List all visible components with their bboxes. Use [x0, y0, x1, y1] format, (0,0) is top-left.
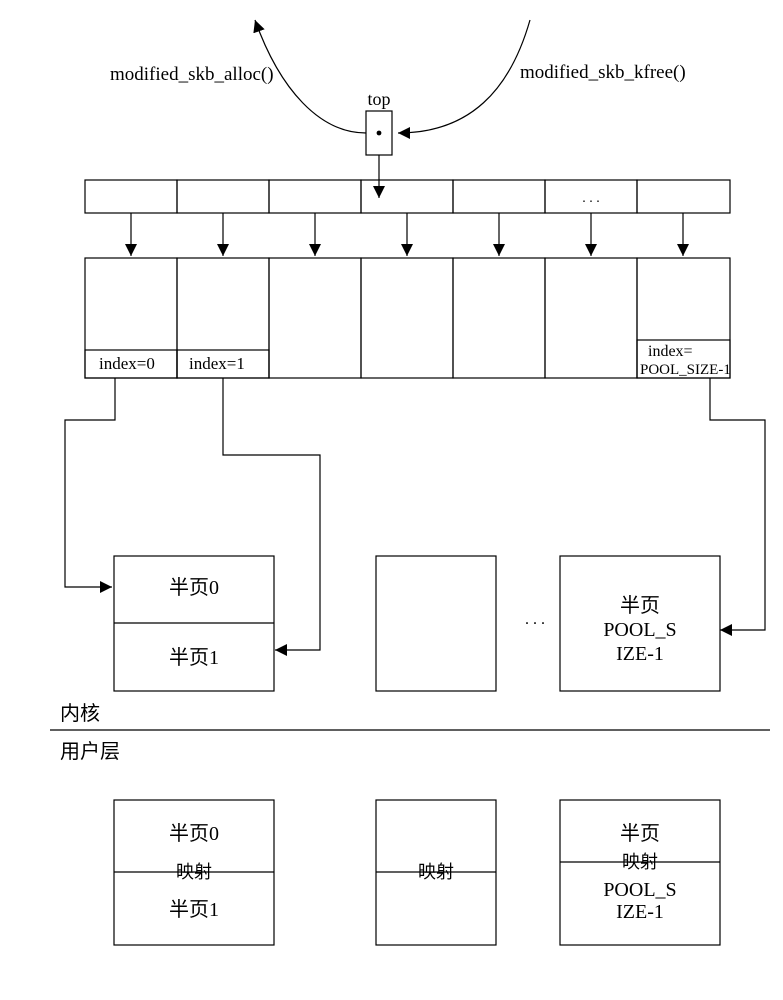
- upM-map: 映射: [418, 862, 454, 882]
- kpL-a: 半页: [620, 594, 660, 617]
- label-top: top: [367, 89, 390, 109]
- arrow-idx0-to-page0: [65, 378, 115, 587]
- up0-half0: 半页0: [169, 822, 219, 845]
- arrow-idxLast-to-pageLast: [710, 378, 765, 630]
- label-kfree: modified_skb_kfree(): [520, 62, 686, 83]
- arc-kfree: [398, 20, 530, 133]
- kernel-page-mid: [376, 556, 496, 691]
- up0-half1: 半页1: [169, 898, 219, 921]
- top-ptr-dot: [377, 131, 382, 136]
- kernel-mid-ellipsis: . . .: [525, 611, 545, 628]
- label-idx1: index=1: [189, 354, 245, 373]
- upL-b: POOL_S: [603, 879, 676, 901]
- user-page-last: [560, 800, 720, 945]
- upL-c: IZE-1: [616, 901, 664, 923]
- label-alloc: modified_skb_alloc(): [110, 64, 274, 85]
- label-user: 用户层: [60, 740, 120, 763]
- arrow-idx1-to-page1: [223, 378, 320, 650]
- kp0-half1: 半页1: [169, 646, 219, 669]
- slot-ellipsis: . . .: [582, 191, 600, 206]
- label-idx0: index=0: [99, 354, 155, 373]
- slot-to-blocks-arrows: [131, 213, 683, 256]
- kpL-c: IZE-1: [616, 643, 664, 665]
- kpL-b: POOL_S: [603, 619, 676, 641]
- up0-map: 映射: [176, 862, 212, 882]
- kp0-half0: 半页0: [169, 576, 219, 599]
- label-idxLastA: index=: [648, 343, 693, 360]
- index-blocks: [85, 258, 730, 378]
- slot-row: [85, 180, 730, 213]
- label-kernel: 内核: [60, 702, 100, 725]
- label-idxLastB: POOL_SIZE-1: [640, 362, 731, 378]
- upL-a: 半页: [620, 822, 660, 845]
- upL-map: 映射: [622, 852, 658, 872]
